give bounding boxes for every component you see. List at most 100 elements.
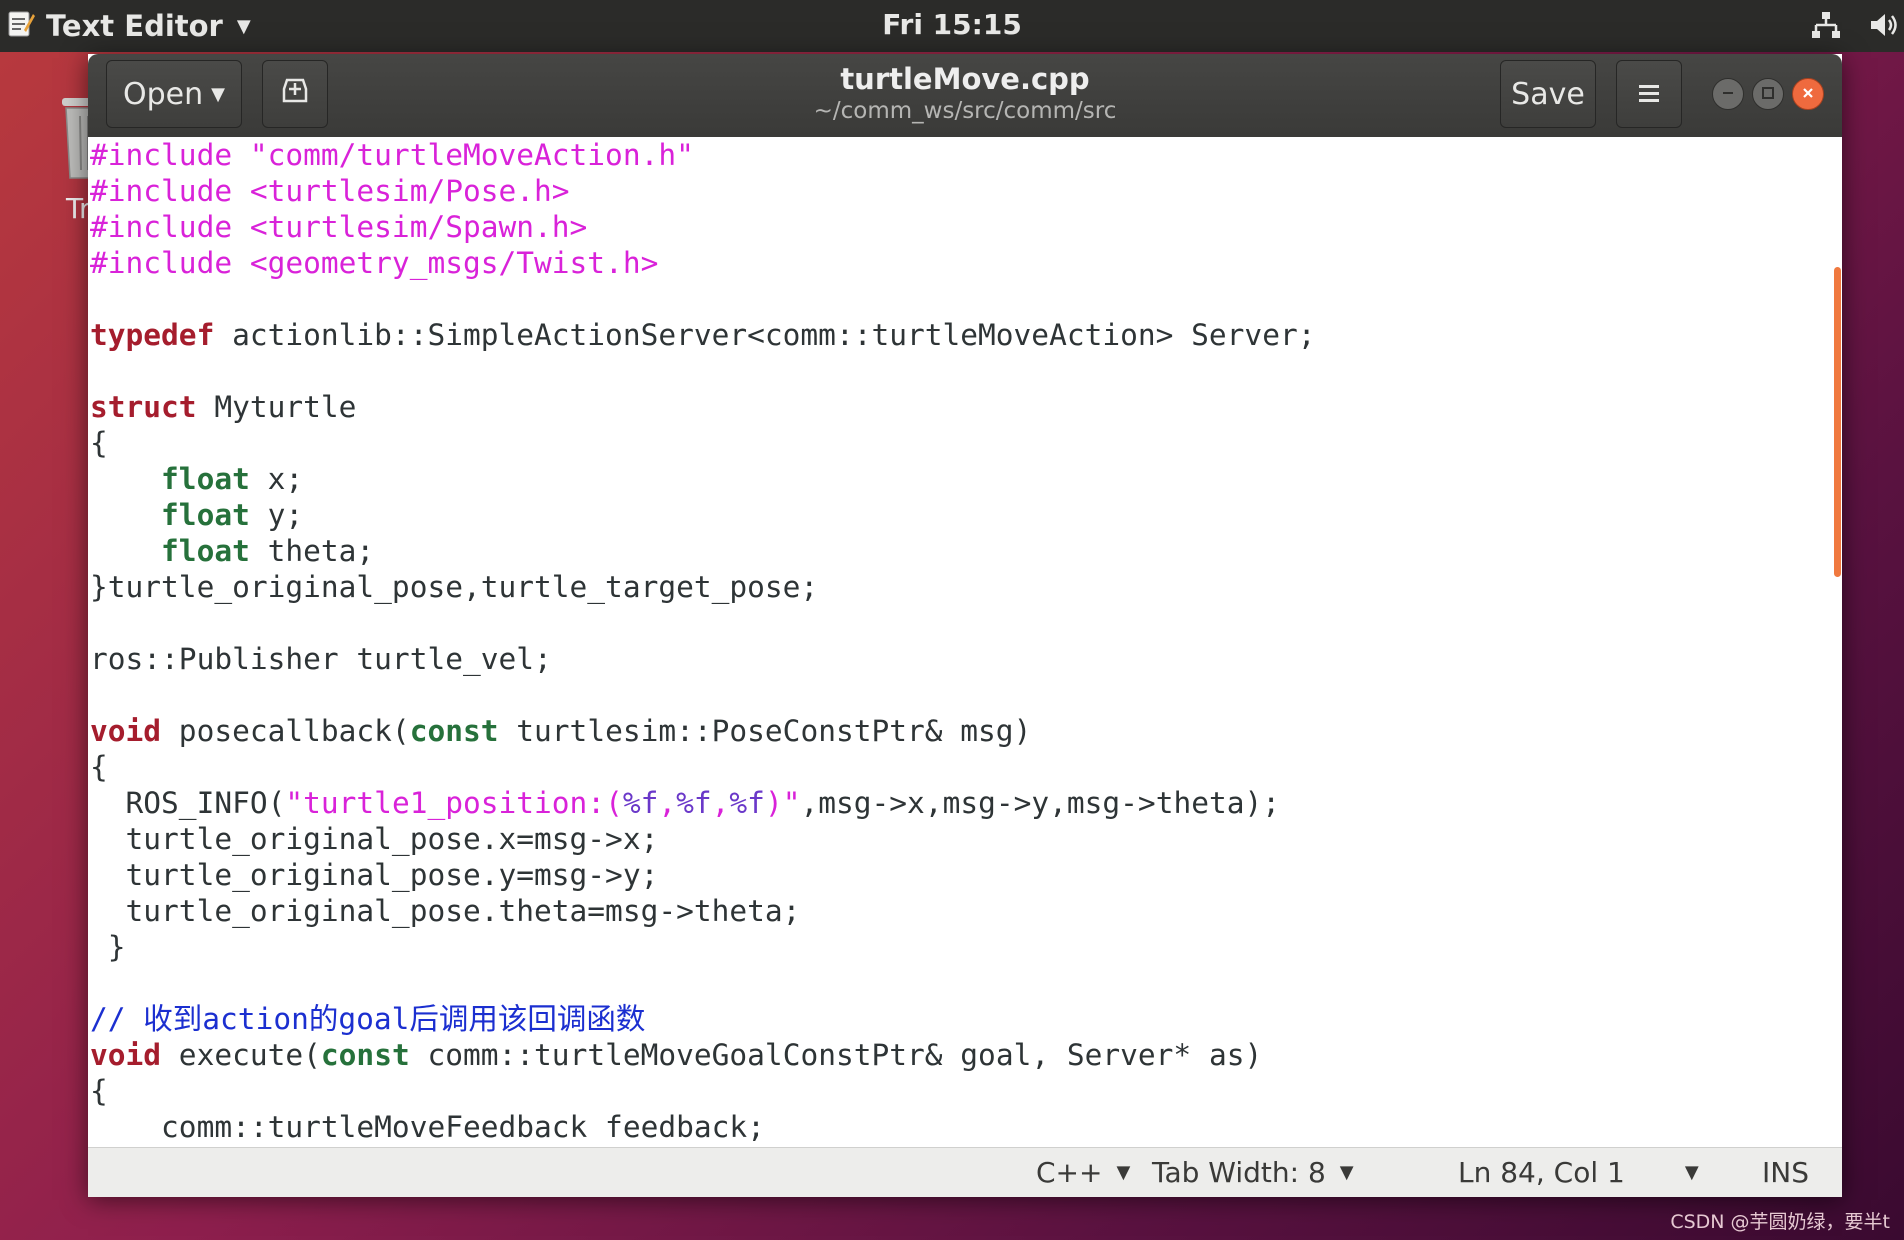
code-token: float xyxy=(161,498,250,532)
code-line[interactable]: turtle_original_pose.theta=msg->theta; xyxy=(90,893,1832,929)
code-line[interactable]: #include <turtlesim/Pose.h> xyxy=(90,173,1832,209)
network-icon[interactable] xyxy=(1810,10,1842,44)
code-token: %f xyxy=(676,786,712,820)
code-line[interactable]: #include <turtlesim/Spawn.h> xyxy=(90,209,1832,245)
code-line[interactable]: typedef actionlib::SimpleActionServer<co… xyxy=(90,317,1832,353)
clock[interactable]: Fri 15:15 xyxy=(0,8,1904,41)
code-token: typedef xyxy=(90,318,215,352)
chevron-down-icon: ▼ xyxy=(1116,1162,1131,1183)
status-bar: C++ ▼ Tab Width: 8 ▼ Ln 84, Col 1 ▼ INS xyxy=(88,1147,1842,1197)
language-label: C++ xyxy=(1036,1156,1103,1189)
code-token: comm::turtleMoveFeedback feedback; xyxy=(90,1110,765,1144)
code-token: posecallback( xyxy=(161,714,410,748)
code-token: { xyxy=(90,426,108,460)
cursor-position-selector[interactable]: Ln 84, Col 1 ▼ xyxy=(1458,1156,1699,1189)
code-line[interactable]: } xyxy=(90,929,1832,965)
code-token: Myturtle xyxy=(196,390,357,424)
code-token: void xyxy=(90,1038,162,1072)
code-line[interactable] xyxy=(90,965,1832,1001)
code-editor[interactable]: #include "comm/turtleMoveAction.h" #inclu… xyxy=(90,137,1832,1147)
chevron-down-icon: ▼ xyxy=(1339,1162,1354,1183)
tab-width-label: Tab Width: 8 xyxy=(1152,1156,1326,1189)
code-line[interactable]: { xyxy=(90,425,1832,461)
code-token: "turtle1_position:( xyxy=(285,786,623,820)
code-token: const xyxy=(409,714,499,748)
code-token: y; xyxy=(249,498,304,532)
code-line[interactable]: float theta; xyxy=(90,533,1832,569)
header-bar[interactable]: Open ▼ turtleMove.cpp ~/comm_ws/src/comm… xyxy=(88,54,1842,137)
language-selector[interactable]: C++ ▼ xyxy=(1036,1156,1130,1189)
code-line[interactable]: comm::turtleMoveFeedback feedback; xyxy=(90,1109,1832,1145)
chevron-down-icon: ▼ xyxy=(1684,1162,1699,1183)
code-token: const xyxy=(320,1038,410,1072)
code-token: , xyxy=(658,786,677,820)
code-token: execute( xyxy=(161,1038,321,1072)
code-token: } xyxy=(90,930,126,964)
close-button[interactable] xyxy=(1792,78,1824,110)
save-button[interactable]: Save xyxy=(1500,60,1596,128)
code-token: actionlib::SimpleActionServer<comm::turt… xyxy=(214,318,1316,352)
code-line[interactable]: turtle_original_pose.x=msg->x; xyxy=(90,821,1832,857)
code-token: turtlesim::PoseConstPtr& msg) xyxy=(498,714,1032,748)
code-line[interactable]: #include "comm/turtleMoveAction.h" xyxy=(90,137,1832,173)
code-line[interactable]: ROS_INFO("turtle1_position:(%f,%f,%f)",m… xyxy=(90,785,1832,821)
system-tray[interactable] xyxy=(1810,10,1900,44)
code-line[interactable]: void posecallback(const turtlesim::PoseC… xyxy=(90,713,1832,749)
volume-icon[interactable] xyxy=(1868,10,1900,44)
code-line[interactable]: #include <geometry_msgs/Twist.h> xyxy=(90,245,1832,281)
insert-mode-label: INS xyxy=(1762,1156,1809,1189)
code-line[interactable]: { xyxy=(90,749,1832,785)
close-icon xyxy=(1801,85,1815,104)
code-line[interactable]: // 收到action的goal后调用该回调函数 xyxy=(90,1001,1832,1037)
code-line[interactable]: { xyxy=(90,1073,1832,1109)
maximize-button[interactable] xyxy=(1752,78,1784,110)
watermark: CSDN @芋圆奶绿，要半t xyxy=(1670,1211,1890,1233)
minimize-button[interactable] xyxy=(1712,78,1744,110)
code-line[interactable]: float x; xyxy=(90,461,1832,497)
top-bar: Text Editor ▼ Fri 15:15 xyxy=(0,0,1904,52)
code-token: // 收到action的goal后调用该回调函数 xyxy=(90,1002,646,1036)
code-line[interactable]: void execute(const comm::turtleMoveGoalC… xyxy=(90,1037,1832,1073)
code-token: theta; xyxy=(249,534,375,568)
code-token: %f xyxy=(622,786,659,820)
trash-label: Tr xyxy=(66,192,91,225)
code-token: #include <turtlesim/Spawn.h> xyxy=(90,210,588,244)
minimize-icon xyxy=(1721,85,1735,104)
code-line[interactable] xyxy=(90,281,1832,317)
cursor-position-label: Ln 84, Col 1 xyxy=(1458,1156,1625,1189)
code-token: x; xyxy=(249,462,304,496)
code-line[interactable]: ros::Publisher turtle_vel; xyxy=(90,641,1832,677)
code-line[interactable]: float y; xyxy=(90,497,1832,533)
code-line[interactable]: }turtle_original_pose,turtle_target_pose… xyxy=(90,569,1832,605)
code-token: turtle_original_pose.x=msg->x; xyxy=(90,822,659,856)
code-line[interactable]: struct Myturtle xyxy=(90,389,1832,425)
code-token: %f xyxy=(729,786,765,820)
code-token: #include <turtlesim/Pose.h> xyxy=(90,174,570,208)
code-token: ros::Publisher turtle_vel; xyxy=(90,642,552,676)
code-token: struct xyxy=(90,390,197,424)
code-token: #include "comm/turtleMoveAction.h" xyxy=(90,138,694,172)
insert-mode-indicator: INS xyxy=(1762,1156,1809,1189)
hamburger-icon xyxy=(1637,77,1661,112)
hamburger-menu-button[interactable] xyxy=(1616,60,1682,128)
tab-width-selector[interactable]: Tab Width: 8 ▼ xyxy=(1152,1156,1354,1189)
code-line[interactable]: turtle_original_pose.y=msg->y; xyxy=(90,857,1832,893)
code-token: comm::turtleMoveGoalConstPtr& goal, Serv… xyxy=(409,1038,1263,1072)
code-line[interactable] xyxy=(90,353,1832,389)
code-token: { xyxy=(90,1074,108,1108)
code-token: ,msg->x,msg->y,msg->theta); xyxy=(800,786,1281,820)
code-line[interactable] xyxy=(90,605,1832,641)
code-token: { xyxy=(90,750,108,784)
scrollbar-thumb[interactable] xyxy=(1834,267,1841,577)
code-token: float xyxy=(161,462,250,496)
editor-window: Open ▼ turtleMove.cpp ~/comm_ws/src/comm… xyxy=(88,54,1842,1197)
code-line[interactable] xyxy=(90,677,1832,713)
code-token: turtle_original_pose.theta=msg->theta; xyxy=(90,894,801,928)
code-token: , xyxy=(711,786,730,820)
code-token: ROS_INFO( xyxy=(90,786,286,820)
vertical-scrollbar[interactable] xyxy=(1832,137,1842,1147)
code-token: )" xyxy=(764,786,801,820)
